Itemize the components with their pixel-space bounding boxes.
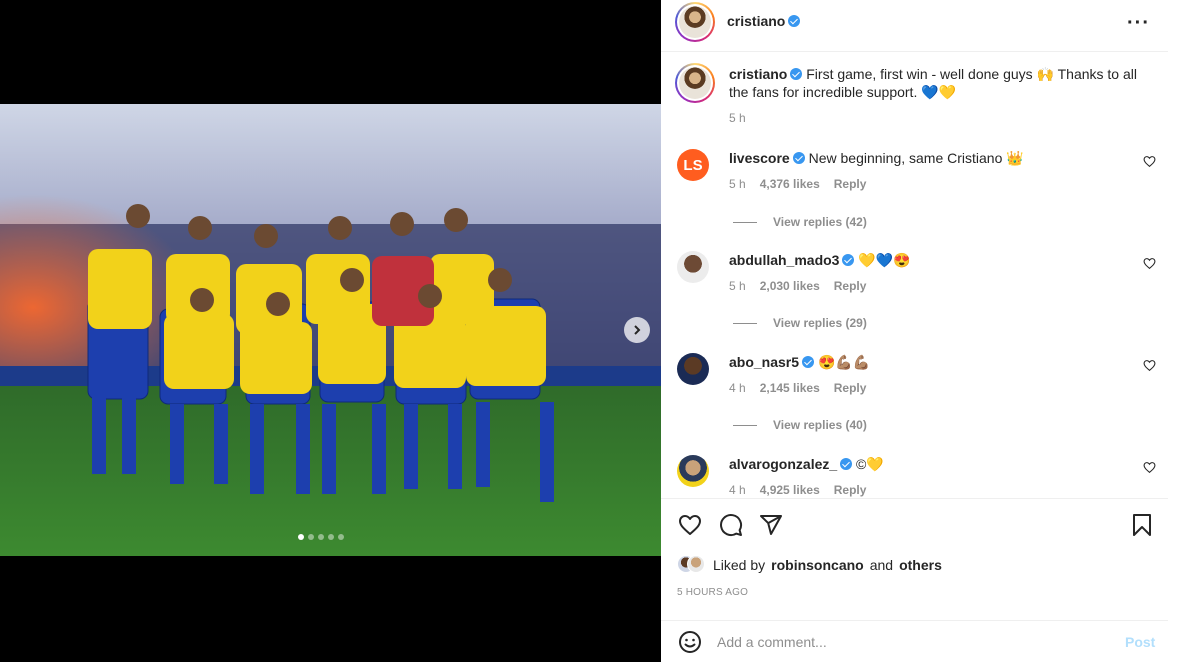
comment-likes[interactable]: 2,145 likes bbox=[760, 379, 820, 397]
abo-nasr-avatar[interactable] bbox=[677, 353, 709, 385]
comment-username[interactable]: alvarogonzalez_ bbox=[729, 456, 837, 472]
emoji-icon[interactable] bbox=[678, 630, 702, 654]
heart-icon[interactable] bbox=[1143, 155, 1156, 168]
action-bar bbox=[661, 498, 1168, 552]
carousel-dot bbox=[308, 534, 314, 540]
share-paper-plane-icon[interactable] bbox=[759, 513, 783, 537]
comment-text: 💛💙😍 bbox=[858, 252, 911, 268]
carousel-dot bbox=[328, 534, 334, 540]
comment-likes[interactable]: 4,925 likes bbox=[760, 481, 820, 497]
add-comment-input[interactable] bbox=[717, 631, 1097, 653]
caption-time[interactable]: 5 h bbox=[729, 109, 746, 127]
verified-badge-icon bbox=[842, 254, 855, 266]
chevron-right-icon bbox=[634, 325, 641, 335]
alvarogonzalez-avatar[interactable] bbox=[677, 455, 709, 487]
comment-username[interactable]: livescore bbox=[729, 150, 790, 166]
liked-by-others[interactable]: others bbox=[899, 557, 942, 573]
verified-badge-icon bbox=[790, 68, 803, 80]
view-replies-button[interactable]: View replies (42) bbox=[733, 215, 867, 229]
post-photo[interactable] bbox=[0, 104, 661, 556]
post-panel: cristiano ··· cristiano First game, firs… bbox=[661, 0, 1190, 662]
post-timestamp[interactable]: 5 HOURS AGO bbox=[677, 587, 748, 598]
comment-bubble-icon[interactable] bbox=[719, 513, 743, 537]
comment-username[interactable]: abdullah_mado3 bbox=[729, 252, 839, 268]
liked-by-and: and bbox=[869, 557, 894, 573]
team-photo-illustration bbox=[0, 104, 661, 556]
comment-text: 😍💪🏽💪🏽 bbox=[817, 354, 871, 370]
reply-button[interactable]: Reply bbox=[834, 481, 867, 497]
comment-time[interactable]: 4 h bbox=[729, 481, 746, 497]
reply-button[interactable]: Reply bbox=[834, 277, 867, 295]
heart-icon[interactable] bbox=[1143, 257, 1156, 270]
heart-icon[interactable] bbox=[1143, 359, 1156, 372]
verified-badge-icon bbox=[788, 15, 801, 27]
reply-button[interactable]: Reply bbox=[834, 379, 867, 397]
carousel-next-button[interactable] bbox=[624, 317, 650, 343]
view-replies-button[interactable]: View replies (29) bbox=[733, 316, 867, 330]
heart-icon[interactable] bbox=[1143, 461, 1156, 474]
carousel-indicator bbox=[298, 534, 344, 540]
comment-time[interactable]: 5 h bbox=[729, 277, 746, 295]
author-avatar[interactable] bbox=[675, 2, 715, 42]
abdullah-avatar[interactable] bbox=[677, 251, 709, 283]
view-replies-label: View replies (29) bbox=[773, 316, 867, 330]
comments-list: cristiano First game, first win - well d… bbox=[661, 53, 1168, 497]
verified-badge-icon bbox=[802, 356, 815, 368]
post-header: cristiano ··· bbox=[661, 0, 1168, 52]
carousel-dot bbox=[298, 534, 304, 540]
view-replies-label: View replies (40) bbox=[773, 418, 867, 432]
media-viewer bbox=[0, 0, 661, 662]
caption-username[interactable]: cristiano bbox=[729, 66, 787, 82]
like-heart-icon[interactable] bbox=[678, 513, 702, 537]
comment-text: New beginning, same Cristiano 👑 bbox=[808, 150, 1024, 166]
comment-username[interactable]: abo_nasr5 bbox=[729, 354, 799, 370]
comment-time[interactable]: 4 h bbox=[729, 379, 746, 397]
view-replies-label: View replies (42) bbox=[773, 215, 867, 229]
post-comment-button[interactable]: Post bbox=[1125, 634, 1155, 650]
liked-by: Liked by robinsoncano and others bbox=[677, 555, 942, 575]
comment-time[interactable]: 5 h bbox=[729, 175, 746, 193]
reply-button[interactable]: Reply bbox=[834, 175, 867, 193]
comment-likes[interactable]: 4,376 likes bbox=[760, 175, 820, 193]
liked-by-avatars[interactable] bbox=[677, 555, 707, 575]
comment-text: ©💛 bbox=[856, 456, 884, 472]
carousel-dot bbox=[318, 534, 324, 540]
more-horizontal-icon: ··· bbox=[1127, 12, 1150, 34]
liked-by-prefix: Liked by bbox=[713, 557, 766, 573]
verified-badge-icon bbox=[840, 458, 853, 470]
comment-likes[interactable]: 2,030 likes bbox=[760, 277, 820, 295]
view-replies-button[interactable]: View replies (40) bbox=[733, 418, 867, 432]
save-bookmark-icon[interactable] bbox=[1131, 513, 1153, 537]
liked-by-user[interactable]: robinsoncano bbox=[771, 557, 864, 573]
more-options-button[interactable]: ··· bbox=[1127, 12, 1150, 35]
livescore-avatar[interactable]: LS bbox=[677, 149, 709, 181]
carousel-dot bbox=[338, 534, 344, 540]
verified-badge-icon bbox=[792, 152, 805, 164]
author-username[interactable]: cristiano bbox=[727, 13, 785, 29]
caption-avatar[interactable] bbox=[675, 63, 715, 103]
comment-composer: Post bbox=[661, 620, 1168, 662]
